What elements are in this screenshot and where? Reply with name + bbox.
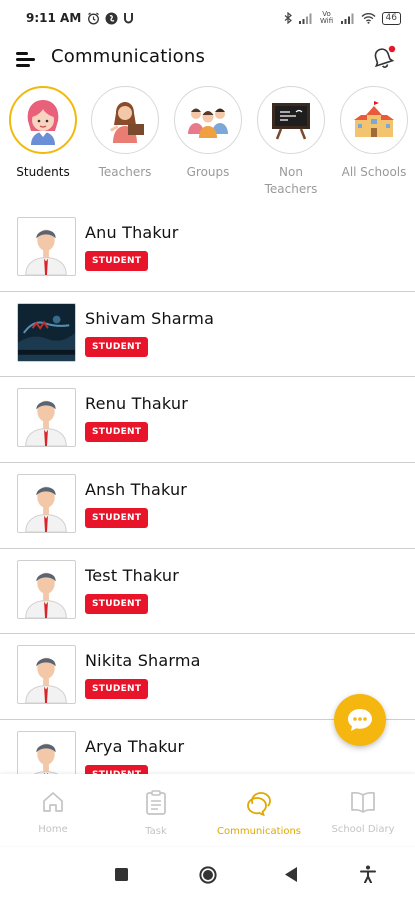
book-icon xyxy=(351,791,375,813)
system-nav-bar xyxy=(0,846,415,900)
category-groups-circle xyxy=(174,86,242,154)
alarm-icon xyxy=(88,12,100,24)
category-all-schools-circle xyxy=(340,86,408,154)
back-triangle-icon[interactable] xyxy=(285,867,298,882)
nav-label: School Diary xyxy=(331,824,395,835)
nav-home[interactable]: Home xyxy=(1,790,105,835)
bluetooth-icon xyxy=(284,11,292,24)
contact-name: Ansh Thakur xyxy=(85,480,188,500)
home-icon xyxy=(43,792,63,812)
recents-square-icon[interactable] xyxy=(115,868,128,881)
contact-name: Arya Thakur xyxy=(85,737,185,757)
photo-avatar-image xyxy=(18,303,75,361)
boy-avatar xyxy=(17,217,76,276)
boy-avatar-icon xyxy=(25,658,67,704)
chat-icon xyxy=(247,792,271,817)
boy-avatar-icon xyxy=(33,743,59,774)
student-girl-icon xyxy=(27,100,59,145)
status-time: 9:11 AM xyxy=(26,11,82,25)
notification-dot xyxy=(388,45,396,53)
boy-avatar xyxy=(17,731,76,774)
category-students[interactable]: Students xyxy=(1,86,85,181)
contact-name: Anu Thakur xyxy=(85,223,179,242)
nav-communications[interactable]: Communications xyxy=(207,790,311,837)
list-item[interactable]: Test Thakur STUDENT xyxy=(0,549,415,635)
signal-icon xyxy=(298,13,312,24)
role-badge: STUDENT xyxy=(85,765,149,774)
photo-avatar xyxy=(17,302,76,362)
home-circle-icon[interactable] xyxy=(199,866,217,884)
shazam-icon xyxy=(105,12,118,24)
list-item[interactable]: Ansh Thakur STUDENT xyxy=(0,463,415,549)
page-title: Communications xyxy=(51,46,206,67)
contact-list: Anu Thakur STUDENT Shivam Sharma STUDENT… xyxy=(0,206,415,774)
clipboard-icon xyxy=(146,790,166,815)
boy-avatar xyxy=(17,645,76,705)
category-all-schools[interactable]: All Schools xyxy=(332,86,415,181)
blackboard-icon xyxy=(272,103,310,140)
bell-icon[interactable] xyxy=(371,44,397,72)
vowifi-label: Vo Wifi xyxy=(319,10,334,25)
wifi-icon xyxy=(361,13,376,24)
boy-avatar-icon xyxy=(25,572,67,618)
nav-task[interactable]: Task xyxy=(104,790,208,837)
hamburger-icon[interactable] xyxy=(16,50,36,68)
accessibility-icon[interactable] xyxy=(360,865,376,883)
battery-indicator: 46 xyxy=(381,11,401,25)
category-non-teachers-circle xyxy=(257,86,325,154)
nav-label: Home xyxy=(38,824,68,835)
u-icon xyxy=(124,13,134,24)
category-label: Students xyxy=(16,165,70,179)
app-header: Communications xyxy=(0,36,415,80)
contact-name: Nikita Sharma xyxy=(85,651,201,671)
category-label: Groups xyxy=(186,165,230,179)
list-item[interactable]: Anu Thakur STUDENT xyxy=(0,206,415,292)
role-badge: STUDENT xyxy=(85,593,149,614)
boy-avatar xyxy=(17,388,76,448)
role-badge: STUDENT xyxy=(85,679,149,700)
school-building-icon xyxy=(354,101,394,137)
boy-avatar-icon xyxy=(25,229,67,275)
chat-bubble-icon xyxy=(348,709,372,731)
category-groups[interactable]: Groups xyxy=(166,86,250,181)
role-badge: STUDENT xyxy=(85,251,149,271)
boy-avatar-icon xyxy=(25,400,67,447)
category-students-circle xyxy=(9,86,77,154)
bottom-nav: Home Task Communications School Diary xyxy=(0,774,415,846)
boy-avatar-icon xyxy=(25,486,67,533)
contact-name: Renu Thakur xyxy=(85,394,189,414)
list-item[interactable]: Shivam Sharma STUDENT xyxy=(0,292,415,378)
contact-name: Shivam Sharma xyxy=(85,308,215,328)
category-selector: Students Teachers Groups Non Teachers Al… xyxy=(0,86,415,206)
contact-name: Test Thakur xyxy=(85,565,180,585)
boy-avatar xyxy=(17,474,76,534)
role-badge: STUDENT xyxy=(85,508,149,529)
new-message-button[interactable] xyxy=(334,694,386,746)
teacher-icon xyxy=(110,102,144,143)
category-label: Non Teachers xyxy=(264,165,318,196)
nav-label: Communications xyxy=(216,826,302,837)
category-label: Teachers xyxy=(98,165,152,179)
role-badge: STUDENT xyxy=(85,336,149,357)
category-non-teachers[interactable]: Non Teachers xyxy=(249,86,333,198)
nav-label: Task xyxy=(145,826,167,837)
role-badge: STUDENT xyxy=(85,422,149,443)
boy-avatar xyxy=(17,559,76,619)
category-teachers[interactable]: Teachers xyxy=(83,86,167,181)
group-icon xyxy=(188,108,228,138)
status-bar: 9:11 AM Vo Wifi 46 xyxy=(0,0,415,36)
category-teachers-circle xyxy=(91,86,159,154)
list-item[interactable]: Renu Thakur STUDENT xyxy=(0,377,415,464)
nav-school-diary[interactable]: School Diary xyxy=(311,790,415,835)
signal-icon xyxy=(340,13,354,24)
category-label: All Schools xyxy=(341,165,407,179)
